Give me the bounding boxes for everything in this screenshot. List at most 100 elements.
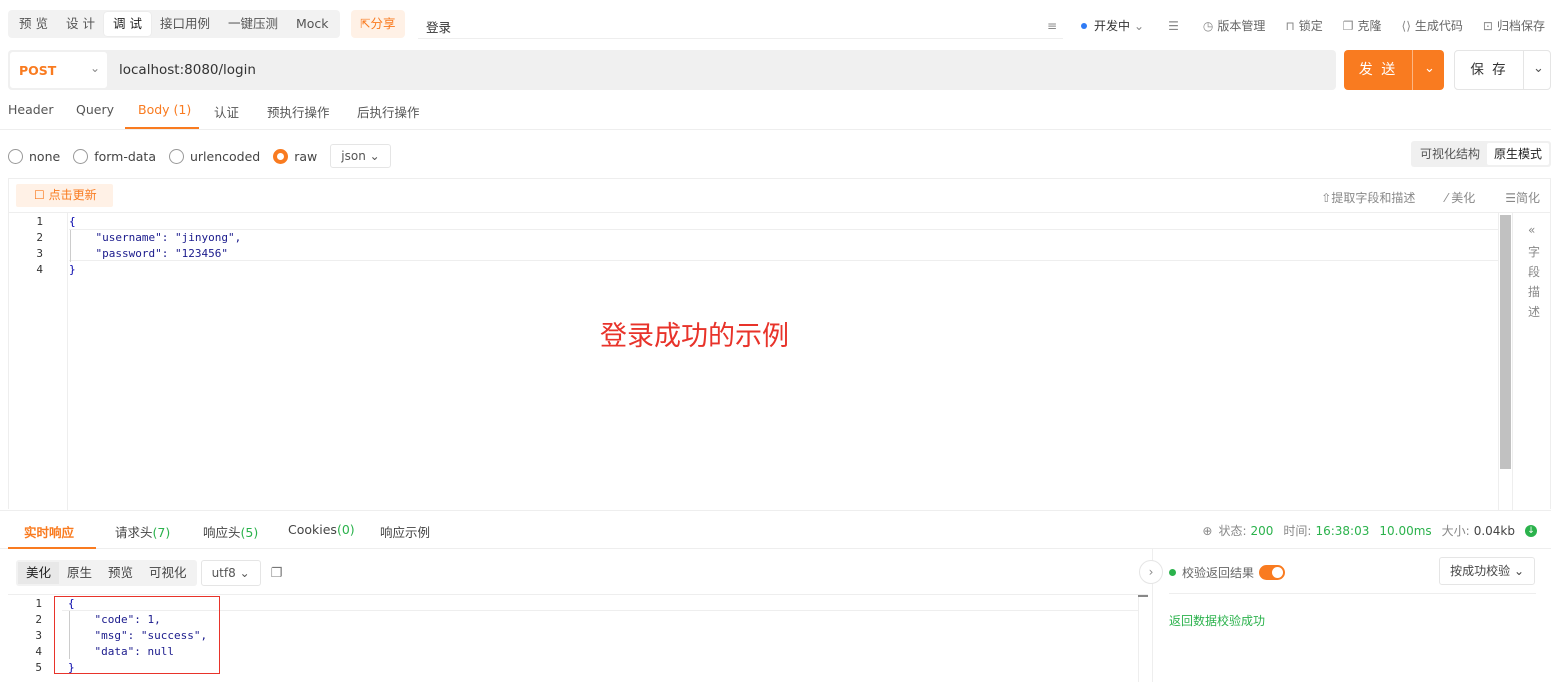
line-number: 4 (36, 263, 43, 276)
chevron-down-icon: ⌄ (369, 149, 380, 163)
radio-urlencoded[interactable]: urlencoded (169, 148, 260, 164)
response-tabs: 实时响应 请求头(7) 响应头(5) Cookies(0) 响应示例 ⊕ 状态:… (0, 510, 1551, 549)
validation-toggle[interactable] (1259, 565, 1286, 580)
validation-mode-select[interactable]: 按成功校验 ⌄ (1439, 557, 1535, 585)
active-tab-indicator (8, 547, 96, 549)
save-options-chevron-icon[interactable]: ⌄ (1533, 61, 1544, 76)
download-icon[interactable]: ↓ (1525, 524, 1537, 537)
method-select[interactable]: POST ⌄ (10, 52, 107, 88)
response-scrollbar-thumb[interactable] (1138, 595, 1148, 597)
api-name-underline (418, 38, 1063, 39)
chevron-down-icon: ⌄ (1513, 564, 1524, 578)
clock-icon: ◷ (1202, 18, 1214, 33)
radio-raw[interactable]: raw (273, 148, 317, 164)
clone-button[interactable]: ❐ 克隆 (1343, 17, 1382, 34)
chevron-down-icon: ⌄ (1134, 18, 1145, 33)
tab-design[interactable]: 设 计 (57, 12, 104, 36)
tab-body[interactable]: Body (1) (138, 102, 191, 117)
tab-realtime-response[interactable]: 实时响应 (24, 522, 74, 541)
chevron-right-icon[interactable]: › (1139, 560, 1163, 584)
panel-label: 述 (1528, 305, 1541, 319)
beautify-button[interactable]: ⁄ 美化 (1445, 189, 1475, 206)
tab-cookies[interactable]: Cookies(0) (288, 522, 355, 537)
chevron-down-icon: ⌄ (239, 566, 250, 580)
outline-icon[interactable]: ☰ (1168, 19, 1183, 33)
tab-mock[interactable]: Mock (287, 12, 338, 36)
line-number: 3 (36, 247, 43, 260)
line-number: 2 (35, 613, 42, 626)
env-selector[interactable]: 开发中 ⌄ (1081, 17, 1148, 34)
code-line[interactable]: "password": "123456" (69, 247, 227, 260)
view-raw[interactable]: 原生 (59, 562, 100, 584)
tab-query[interactable]: Query (76, 102, 114, 117)
archive-icon: ⊡ (1482, 18, 1493, 33)
tab-debug[interactable]: 调 试 (103, 12, 151, 36)
encoding-select[interactable]: utf8 ⌄ (200, 560, 261, 586)
code-icon: ⟨⟩ (1401, 18, 1411, 33)
send-button[interactable]: 发 送 ⌄ (1344, 50, 1444, 90)
upload-icon: ⇧ (1321, 191, 1332, 205)
tab-load-test[interactable]: 一键压测 (219, 12, 287, 36)
update-button[interactable]: ☐ 点击更新 (16, 184, 113, 207)
share-button[interactable]: ⇱分享 (351, 10, 405, 38)
method-label: POST (19, 63, 57, 78)
lock-button[interactable]: ⊓ 锁定 (1285, 17, 1322, 34)
line-number: 2 (36, 231, 43, 244)
tab-pre-script[interactable]: 预执行操作 (267, 102, 330, 121)
url-input[interactable]: localhost:8080/login (119, 62, 256, 78)
tab-request-headers[interactable]: 请求头(7) (115, 522, 170, 541)
editor-scrollbar-thumb[interactable] (1500, 215, 1511, 469)
tab-post-script[interactable]: 后执行操作 (357, 102, 420, 121)
save-button[interactable]: 保 存 ⌄ (1454, 50, 1551, 90)
view-beautify[interactable]: 美化 (18, 562, 60, 584)
env-status-dot (1081, 22, 1088, 29)
response-time: 16:38:03 (1315, 523, 1370, 538)
radio-none[interactable]: none (8, 148, 60, 164)
status-dot (1169, 569, 1176, 576)
collapse-left-icon[interactable]: « (1528, 223, 1535, 237)
validation-panel: 校验返回结果 按成功校验 ⌄ 返回数据校验成功 (1152, 549, 1551, 682)
tab-preview[interactable]: 预 览 (10, 12, 57, 36)
tab-auth[interactable]: 认证 (214, 102, 239, 121)
format-select[interactable]: json ⌄ (330, 144, 391, 168)
line-number: 1 (36, 215, 43, 228)
field-description-panel[interactable]: « 字 段 描 述 (1512, 213, 1551, 510)
validation-title: 校验返回结果 (1169, 564, 1286, 581)
generate-code-button[interactable]: ⟨⟩ 生成代码 (1402, 17, 1463, 34)
tab-test-cases[interactable]: 接口用例 (151, 12, 219, 36)
response-duration: 10.00ms (1379, 523, 1432, 538)
raw-mode-button[interactable]: 原生模式 (1486, 143, 1549, 165)
version-button[interactable]: ◷ 版本管理 (1203, 17, 1266, 34)
format-icon[interactable]: ≡ (1047, 19, 1061, 33)
share-icon: ⇱ (360, 16, 371, 31)
tab-header[interactable]: Header (8, 102, 54, 117)
view-visual[interactable]: 可视化 (141, 562, 195, 584)
panel-label: 字 (1528, 245, 1541, 259)
active-line-highlight (69, 229, 1499, 261)
response-scrollbar[interactable] (1138, 595, 1148, 682)
active-tab-indicator (125, 127, 199, 129)
copy-icon[interactable]: ❐ (271, 566, 283, 581)
api-name-field[interactable]: 登录 (426, 17, 451, 36)
visual-mode-button[interactable]: 可视化结构 (1413, 143, 1487, 165)
line-number: 3 (35, 629, 42, 642)
extract-fields-button[interactable]: ⇧提取字段和描述 (1321, 189, 1415, 206)
radio-form-data[interactable]: form-data (73, 148, 156, 164)
radio-icon (73, 148, 89, 164)
archive-button[interactable]: ⊡ 归档保存 (1483, 17, 1545, 34)
response-body-editor: 1 2 3 4 5 { "code": 1, "msg": "success",… (8, 594, 1148, 682)
save-label: 保 存 (1470, 62, 1508, 78)
edit-icon: ☐ (34, 188, 49, 202)
send-options-chevron-icon[interactable]: ⌄ (1424, 61, 1435, 76)
response-status: ⊕ 状态: 200 时间: 16:38:03 10.00ms 大小: 0.04kb ↓ (1202, 522, 1537, 539)
send-label: 发 送 (1358, 62, 1398, 78)
code-line[interactable]: "username": "jinyong", (69, 231, 241, 244)
code-line[interactable]: { (69, 215, 76, 228)
simplify-button[interactable]: ☰简化 (1505, 189, 1540, 206)
annotation-highlight-box (54, 596, 220, 674)
radio-icon (8, 148, 23, 164)
tab-response-example[interactable]: 响应示例 (380, 522, 430, 541)
view-preview[interactable]: 预览 (100, 562, 141, 584)
tab-response-headers[interactable]: 响应头(5) (203, 522, 258, 541)
code-line[interactable]: } (69, 263, 76, 276)
